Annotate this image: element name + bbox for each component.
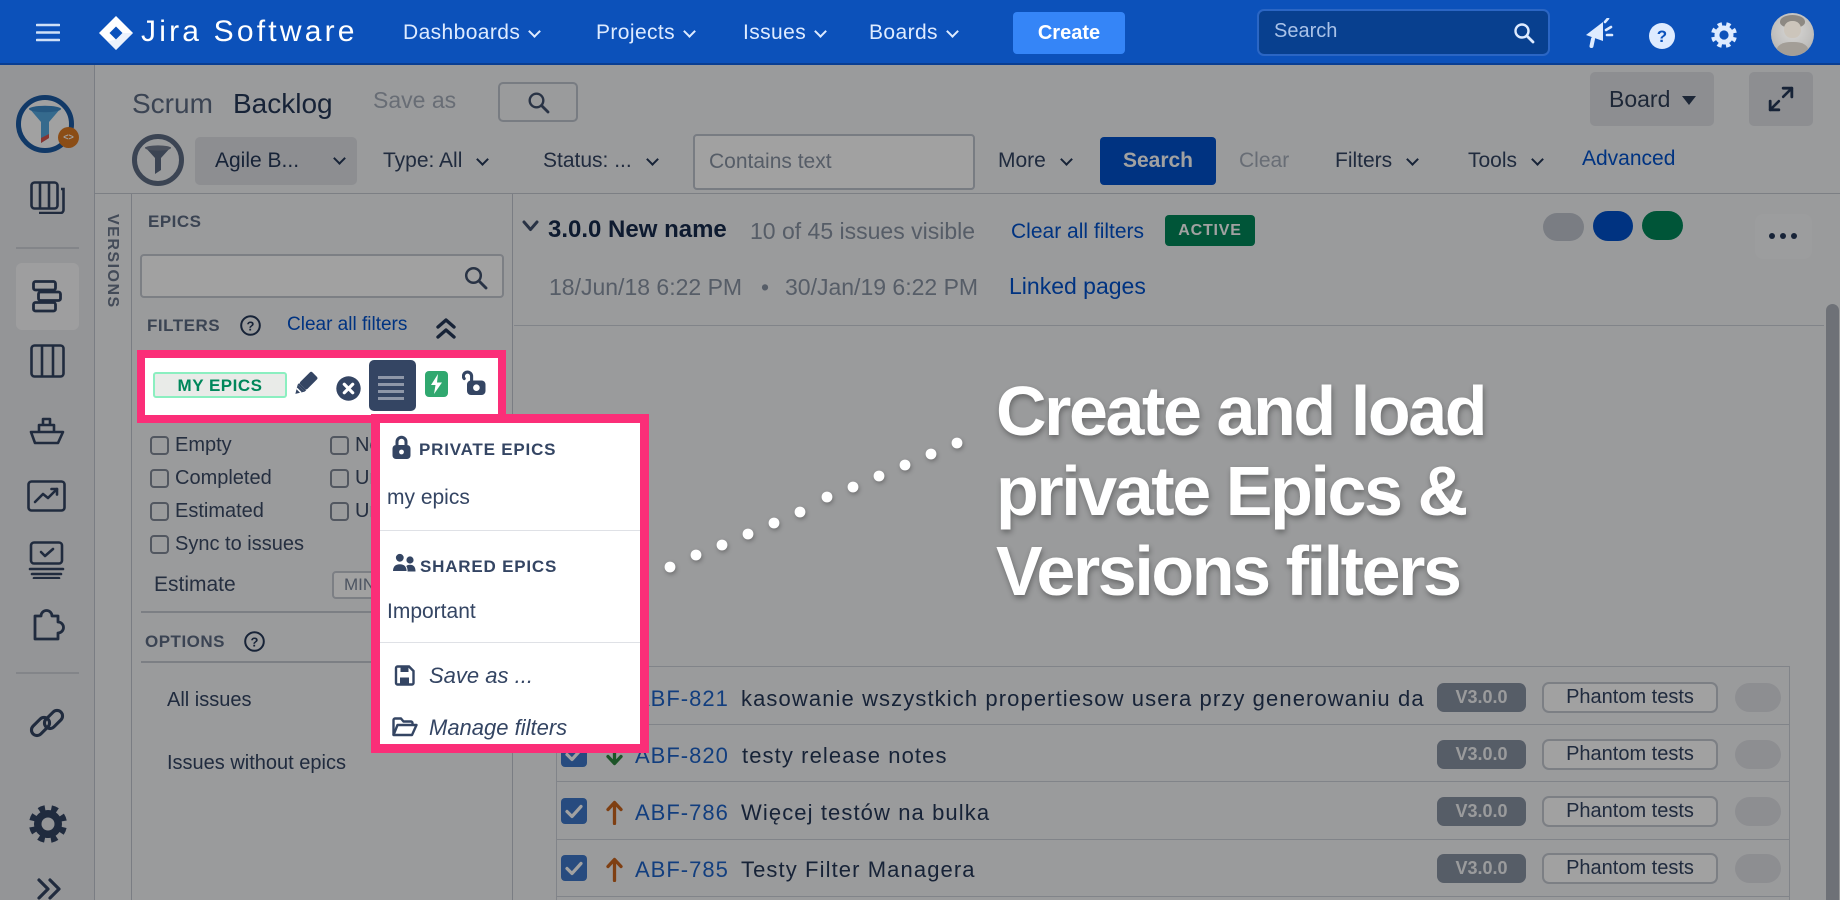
svg-text:?: ? bbox=[1657, 27, 1667, 46]
